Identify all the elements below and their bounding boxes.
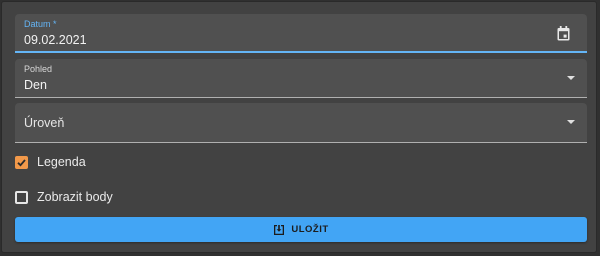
legend-checkbox-row[interactable]: Legenda <box>15 155 86 169</box>
settings-panel: Datum * 09.02.2021 Pohled Den Úroveň Leg… <box>1 1 597 253</box>
save-button-label: ULOŽIT <box>291 224 329 235</box>
date-field[interactable]: Datum * 09.02.2021 <box>15 14 587 53</box>
show-points-checkbox-row[interactable]: Zobrazit body <box>15 190 113 204</box>
show-points-checkbox[interactable] <box>15 190 28 204</box>
save-icon <box>274 224 285 235</box>
dropdown-arrow-icon[interactable] <box>567 76 575 80</box>
legend-checkbox[interactable] <box>15 155 28 169</box>
show-points-checkbox-label: Zobrazit body <box>37 190 113 204</box>
view-select-value: Den <box>24 78 47 92</box>
date-field-value: 09.02.2021 <box>24 33 87 47</box>
dropdown-arrow-icon[interactable] <box>567 120 575 124</box>
date-field-label: Datum * <box>24 19 57 29</box>
view-select[interactable]: Pohled Den <box>15 59 587 98</box>
level-select-placeholder: Úroveň <box>24 116 65 130</box>
view-select-label: Pohled <box>24 64 53 74</box>
calendar-icon[interactable] <box>557 26 570 41</box>
level-select[interactable]: Úroveň <box>15 103 587 143</box>
checkmark-icon <box>17 158 26 167</box>
save-button[interactable]: ULOŽIT <box>15 217 587 242</box>
legend-checkbox-label: Legenda <box>37 155 86 169</box>
